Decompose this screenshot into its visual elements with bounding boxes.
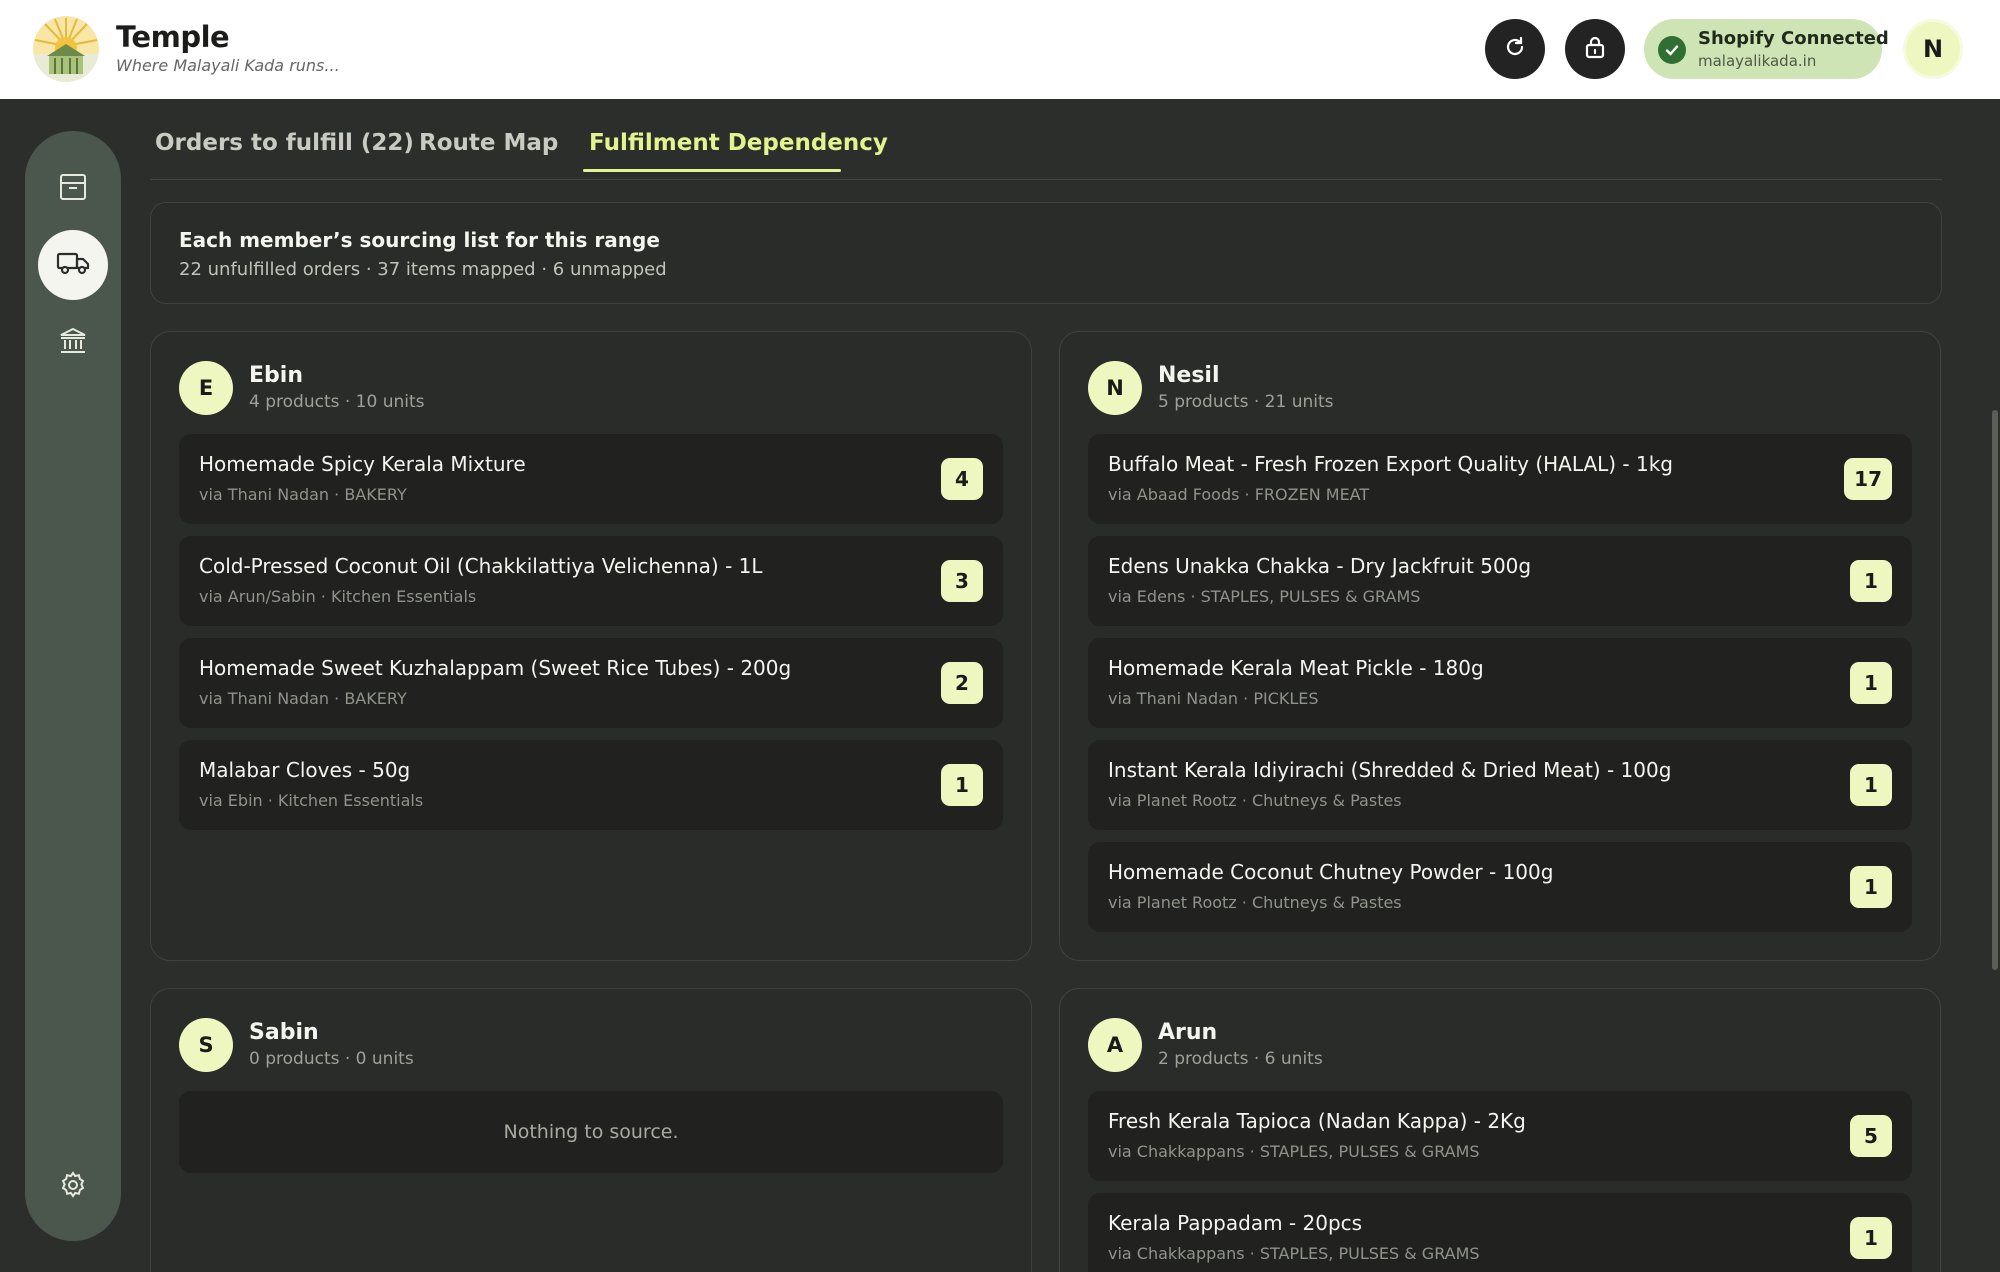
item-source: via Thani Nadan · BAKERY bbox=[199, 485, 407, 504]
member-avatar: A bbox=[1088, 1018, 1142, 1072]
member-avatar: S bbox=[179, 1018, 233, 1072]
member-name: Sabin bbox=[249, 1020, 319, 1045]
item-name: Instant Kerala Idiyirachi (Shredded & Dr… bbox=[1108, 758, 1672, 782]
member-summary: 5 products · 21 units bbox=[1158, 392, 1334, 412]
archive-icon bbox=[58, 172, 88, 206]
member-card-nesil: N Nesil 5 products · 21 units Buffalo Me… bbox=[1059, 331, 1941, 961]
refresh-icon bbox=[1503, 35, 1527, 63]
item-source: via Chakkappans · STAPLES, PULSES & GRAM… bbox=[1108, 1244, 1480, 1263]
gear-icon bbox=[58, 1170, 88, 1204]
item-source: via Thani Nadan · BAKERY bbox=[199, 689, 407, 708]
sidebar-item-fulfilment[interactable] bbox=[38, 230, 108, 300]
sourcing-item[interactable]: Fresh Kerala Tapioca (Nadan Kappa) - 2Kg… bbox=[1088, 1091, 1912, 1181]
quantity-badge: 17 bbox=[1844, 458, 1892, 500]
item-name: Homemade Sweet Kuzhalappam (Sweet Rice T… bbox=[199, 656, 792, 680]
quantity-badge: 1 bbox=[1850, 866, 1892, 908]
item-name: Homemade Kerala Meat Pickle - 180g bbox=[1108, 656, 1484, 680]
sidebar-item-orders[interactable] bbox=[38, 154, 108, 224]
check-icon bbox=[1658, 36, 1686, 64]
member-card-sabin: S Sabin 0 products · 0 units Nothing to … bbox=[150, 988, 1032, 1272]
member-name: Arun bbox=[1158, 1020, 1218, 1045]
item-source: via Ebin · Kitchen Essentials bbox=[199, 791, 424, 810]
item-name: Buffalo Meat - Fresh Frozen Export Quali… bbox=[1108, 452, 1673, 476]
item-name: Kerala Pappadam - 20pcs bbox=[1108, 1211, 1363, 1235]
item-source: via Chakkappans · STAPLES, PULSES & GRAM… bbox=[1108, 1142, 1480, 1161]
item-name: Fresh Kerala Tapioca (Nadan Kappa) - 2Kg bbox=[1108, 1109, 1526, 1133]
refresh-button[interactable] bbox=[1485, 19, 1545, 79]
shopify-connection-status[interactable]: Shopify Connected malayalikada.in bbox=[1644, 19, 1889, 79]
sidebar-item-settings[interactable] bbox=[38, 1152, 108, 1222]
member-avatar: E bbox=[179, 361, 233, 415]
sourcing-item[interactable]: Kerala Pappadam - 20pcs via Chakkappans … bbox=[1088, 1193, 1912, 1272]
member-name: Ebin bbox=[249, 363, 303, 388]
quantity-badge: 5 bbox=[1850, 1115, 1892, 1157]
tab-fulfilment-dependency[interactable]: Fulfilment Dependency bbox=[589, 130, 888, 156]
tab-orders-to-fulfill[interactable]: Orders to fulfill (22) bbox=[155, 130, 414, 156]
sourcing-item[interactable]: Homemade Sweet Kuzhalappam (Sweet Rice T… bbox=[179, 638, 1003, 728]
brand-title: Temple bbox=[116, 20, 230, 54]
member-summary: 0 products · 0 units bbox=[249, 1049, 414, 1069]
member-summary: 4 products · 10 units bbox=[249, 392, 425, 412]
item-name: Cold-Pressed Coconut Oil (Chakkilattiya … bbox=[199, 554, 763, 578]
bank-icon bbox=[58, 326, 88, 360]
member-name: Nesil bbox=[1158, 363, 1220, 388]
quantity-badge: 2 bbox=[941, 662, 983, 704]
item-source: via Edens · STAPLES, PULSES & GRAMS bbox=[1108, 587, 1421, 606]
item-source: via Abaad Foods · FROZEN MEAT bbox=[1108, 485, 1370, 504]
sourcing-item[interactable]: Homemade Coconut Chutney Powder - 100g v… bbox=[1088, 842, 1912, 932]
item-name: Homemade Coconut Chutney Powder - 100g bbox=[1108, 860, 1554, 884]
item-name: Edens Unakka Chakka - Dry Jackfruit 500g bbox=[1108, 554, 1532, 578]
sourcing-item[interactable]: Instant Kerala Idiyirachi (Shredded & Dr… bbox=[1088, 740, 1912, 830]
summary-stats: 22 unfulfilled orders · 37 items mapped … bbox=[179, 259, 667, 280]
item-source: via Arun/Sabin · Kitchen Essentials bbox=[199, 587, 477, 606]
sourcing-item[interactable]: Buffalo Meat - Fresh Frozen Export Quali… bbox=[1088, 434, 1912, 524]
item-source: via Thani Nadan · PICKLES bbox=[1108, 689, 1319, 708]
summary-title: Each member’s sourcing list for this ran… bbox=[179, 228, 660, 252]
quantity-badge: 1 bbox=[1850, 1217, 1892, 1259]
member-avatar: N bbox=[1088, 361, 1142, 415]
lock-icon bbox=[1584, 35, 1606, 63]
tab-route-map[interactable]: Route Map bbox=[419, 130, 558, 156]
sourcing-item[interactable]: Homemade Spicy Kerala Mixture via Thani … bbox=[179, 434, 1003, 524]
quantity-badge: 1 bbox=[1850, 764, 1892, 806]
member-card-arun: A Arun 2 products · 6 units Fresh Kerala… bbox=[1059, 988, 1941, 1272]
item-name: Malabar Cloves - 50g bbox=[199, 758, 411, 782]
quantity-badge: 1 bbox=[941, 764, 983, 806]
sourcing-item[interactable]: Malabar Cloves - 50g via Ebin · Kitchen … bbox=[179, 740, 1003, 830]
page-scrollbar[interactable] bbox=[1992, 410, 1998, 970]
member-summary: 2 products · 6 units bbox=[1158, 1049, 1323, 1069]
quantity-badge: 3 bbox=[941, 560, 983, 602]
shopify-status-label: Shopify Connected bbox=[1698, 28, 1889, 49]
user-avatar[interactable]: N bbox=[1903, 19, 1963, 79]
temple-logo bbox=[33, 16, 99, 82]
lock-button[interactable] bbox=[1565, 19, 1625, 79]
sourcing-item[interactable]: Cold-Pressed Coconut Oil (Chakkilattiya … bbox=[179, 536, 1003, 626]
sourcing-summary: Each member’s sourcing list for this ran… bbox=[150, 202, 1942, 304]
tab-bar: Orders to fulfill (22) Route Map Fulfilm… bbox=[150, 118, 1942, 180]
quantity-badge: 4 bbox=[941, 458, 983, 500]
truck-icon bbox=[56, 250, 90, 280]
item-source: via Planet Rootz · Chutneys & Pastes bbox=[1108, 893, 1402, 912]
item-source: via Planet Rootz · Chutneys & Pastes bbox=[1108, 791, 1402, 810]
sourcing-item[interactable]: Homemade Kerala Meat Pickle - 180g via T… bbox=[1088, 638, 1912, 728]
sourcing-item[interactable]: Edens Unakka Chakka - Dry Jackfruit 500g… bbox=[1088, 536, 1912, 626]
brand-tagline: Where Malayali Kada runs... bbox=[116, 56, 340, 75]
active-tab-indicator bbox=[583, 169, 841, 172]
sidebar-item-finance[interactable] bbox=[38, 308, 108, 378]
sidebar-nav bbox=[25, 131, 121, 1241]
quantity-badge: 1 bbox=[1850, 560, 1892, 602]
quantity-badge: 1 bbox=[1850, 662, 1892, 704]
member-card-ebin: E Ebin 4 products · 10 units Homemade Sp… bbox=[150, 331, 1032, 961]
item-name: Homemade Spicy Kerala Mixture bbox=[199, 452, 526, 476]
app-header: Temple Where Malayali Kada runs... Shopi… bbox=[0, 0, 2000, 99]
shopify-store-domain: malayalikada.in bbox=[1698, 52, 1817, 70]
empty-state: Nothing to source. bbox=[179, 1091, 1003, 1173]
